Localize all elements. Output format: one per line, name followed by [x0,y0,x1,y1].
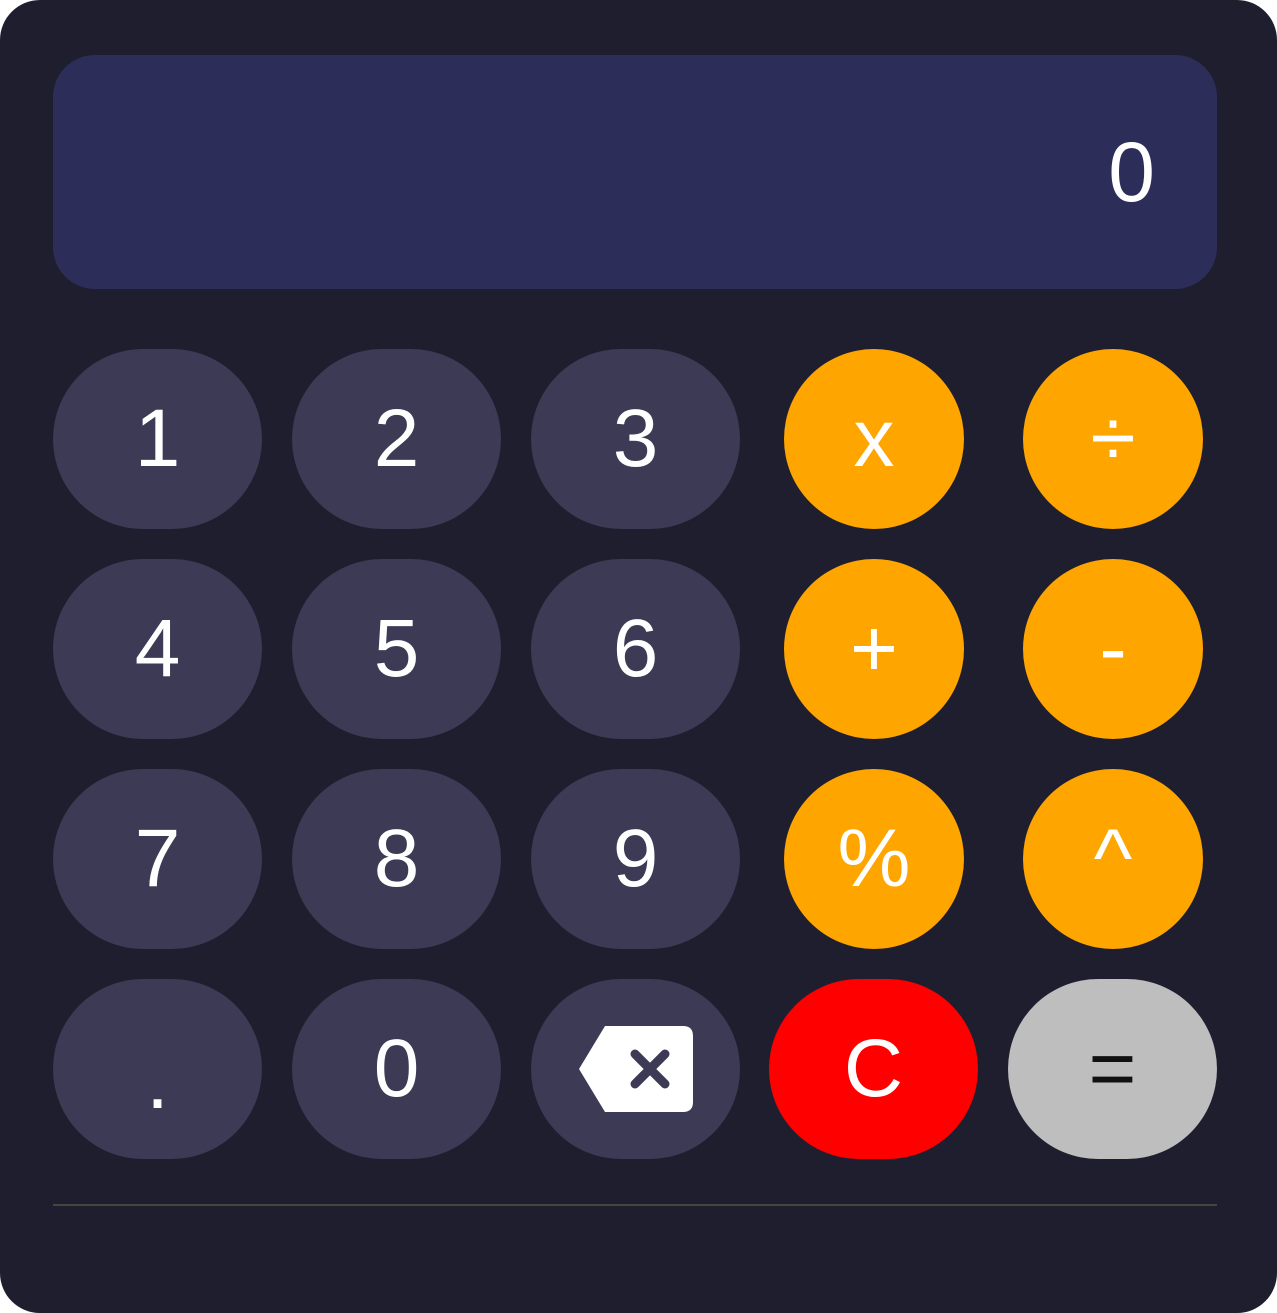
divider [53,1204,1217,1206]
key-label: . [146,1035,169,1126]
key-label: = [1088,1023,1137,1114]
key-1[interactable]: 1 [53,349,262,529]
display: 0 [53,55,1217,289]
key-5[interactable]: 5 [292,559,501,739]
key-label: 3 [612,393,659,484]
backspace-icon [578,1026,693,1112]
display-value: 0 [1108,125,1155,219]
decimal-button[interactable]: . [53,979,262,1159]
key-label: % [837,813,911,904]
key-label: ^ [1093,813,1133,904]
minus-button[interactable]: - [1023,559,1203,739]
key-9[interactable]: 9 [531,769,740,949]
key-label: 4 [134,603,181,694]
multiply-button[interactable]: x [784,349,964,529]
key-3[interactable]: 3 [531,349,740,529]
backspace-button[interactable] [531,979,740,1159]
calculator: 0 1 2 3 x ÷ 4 5 6 + - 7 8 9 % ^ . 0 C = [0,0,1277,1313]
key-label: ÷ [1090,393,1136,484]
key-label: 2 [373,393,420,484]
key-label: 9 [612,813,659,904]
key-6[interactable]: 6 [531,559,740,739]
key-label: - [1099,603,1127,694]
percent-button[interactable]: % [784,769,964,949]
key-label: x [853,393,895,484]
key-0[interactable]: 0 [292,979,501,1159]
key-label: 5 [373,603,420,694]
key-4[interactable]: 4 [53,559,262,739]
key-label: 8 [373,813,420,904]
key-label: + [850,603,898,694]
key-2[interactable]: 2 [292,349,501,529]
divide-button[interactable]: ÷ [1023,349,1203,529]
key-label: C [843,1023,904,1114]
power-button[interactable]: ^ [1023,769,1203,949]
key-label: 0 [373,1023,420,1114]
key-8[interactable]: 8 [292,769,501,949]
key-7[interactable]: 7 [53,769,262,949]
key-label: 6 [612,603,659,694]
plus-button[interactable]: + [784,559,964,739]
key-label: 1 [134,393,181,484]
key-label: 7 [134,813,181,904]
clear-button[interactable]: C [769,979,978,1159]
equals-button[interactable]: = [1008,979,1217,1159]
